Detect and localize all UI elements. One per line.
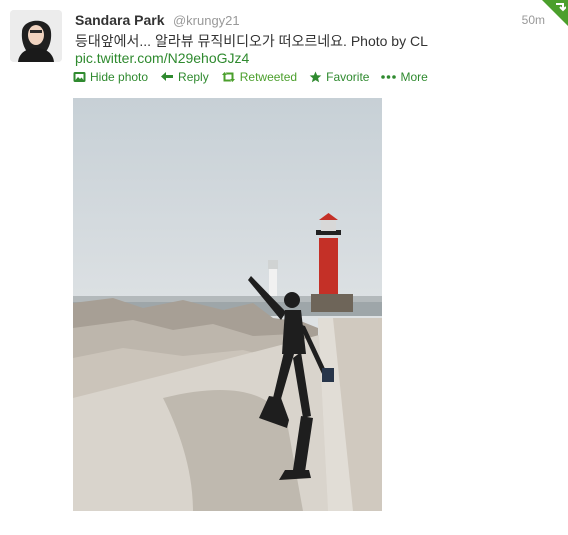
tweet: Sandara Park @krungy21 50m 등대앞에서... 알라뷰 … <box>0 0 568 535</box>
reply-arrow-icon <box>161 72 174 81</box>
retweeted-label: Retweeted <box>239 70 298 84</box>
tweet-actions: Hide photo Reply Retweeted Favorite More <box>73 69 440 85</box>
tweet-text: 등대앞에서... 알라뷰 뮤직비디오가 떠오르네요. Photo by CL <box>75 33 428 49</box>
favorite-label: Favorite <box>326 70 370 84</box>
photo-image <box>73 98 382 511</box>
fullname[interactable]: Sandara Park <box>75 12 165 28</box>
avatar-image <box>10 10 62 62</box>
tweet-photo[interactable] <box>73 98 382 511</box>
ellipsis-icon <box>381 75 397 79</box>
tweet-header: Sandara Park @krungy21 50m <box>75 12 545 30</box>
reply-button[interactable]: Reply <box>160 70 209 84</box>
timestamp[interactable]: 50m <box>522 13 545 27</box>
hide-photo-label: Hide photo <box>90 70 149 84</box>
retweet-corner-icon <box>556 3 566 12</box>
avatar[interactable] <box>10 10 62 62</box>
tweet-media-link[interactable]: pic.twitter.com/N29ehoGJz4 <box>75 50 249 66</box>
hide-photo-button[interactable]: Hide photo <box>73 70 148 84</box>
more-button[interactable]: More <box>381 70 428 84</box>
retweet-icon <box>221 72 235 82</box>
more-label: More <box>400 70 428 84</box>
retweeted-button[interactable]: Retweeted <box>221 70 297 84</box>
username[interactable]: @krungy21 <box>173 13 240 28</box>
reply-label: Reply <box>178 70 209 84</box>
photo-icon <box>73 72 86 82</box>
star-icon <box>309 71 322 83</box>
favorite-button[interactable]: Favorite <box>309 70 369 84</box>
